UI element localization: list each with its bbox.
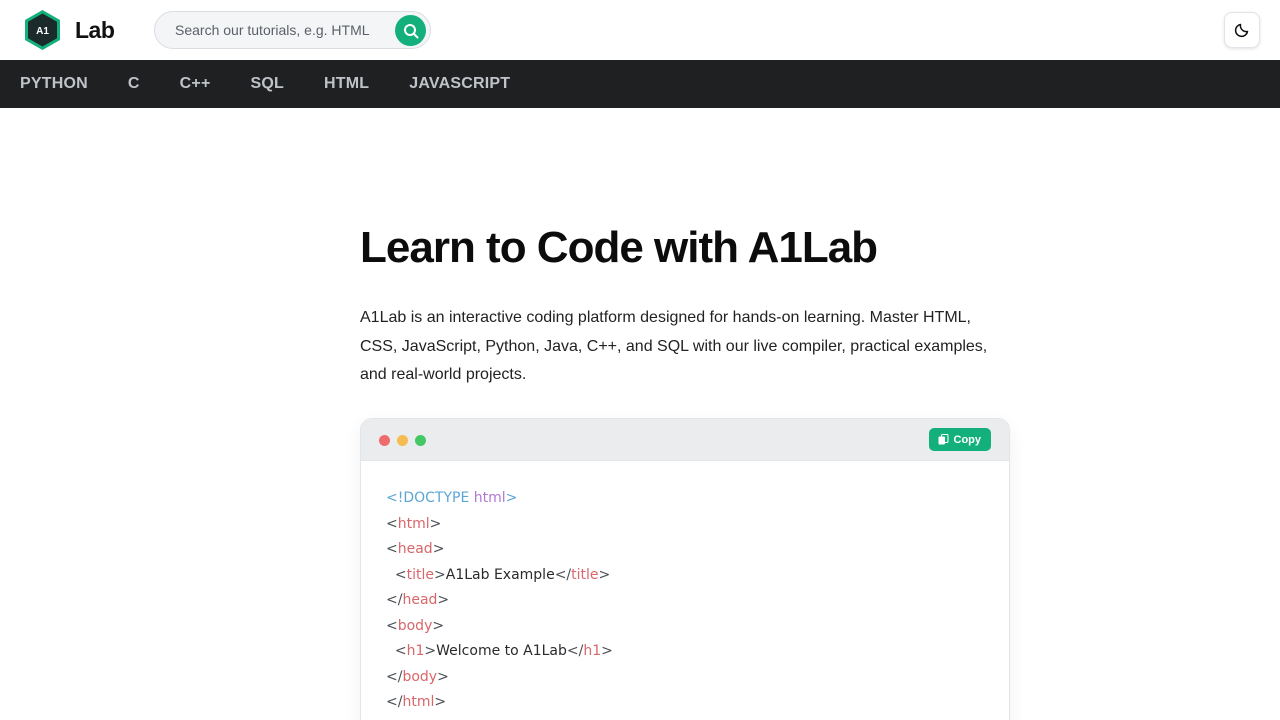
language-nav: PYTHON C C++ SQL HTML JAVASCRIPT [0, 60, 1280, 108]
code-token: html [397, 515, 430, 532]
code-line: <h1>Welcome to A1Lab</h1> [386, 639, 1009, 665]
code-token: > [598, 566, 611, 583]
nav-item-python[interactable]: PYTHON [20, 75, 88, 93]
search-input[interactable] [155, 12, 391, 48]
logo-hex-icon: A1 [24, 9, 61, 51]
code-line: <!DOCTYPE html> [386, 486, 1009, 512]
code-token: > [437, 592, 450, 608]
code-token: h1 [583, 643, 602, 659]
search-icon [403, 23, 419, 39]
code-token: body [402, 668, 438, 685]
intro-paragraph: A1Lab is an interactive coding platform … [360, 309, 988, 383]
code-token: title [406, 566, 435, 583]
code-line: </head> [386, 588, 1009, 614]
code-token: title [571, 566, 599, 583]
code-token: < [386, 617, 398, 634]
code-token: </ [386, 668, 403, 685]
code-line: <body> [386, 614, 1009, 640]
window-dot-yellow-icon [397, 435, 408, 446]
search-button[interactable] [395, 15, 426, 46]
code-token: </ [566, 643, 584, 659]
code-token: head [402, 592, 438, 608]
code-token: < [386, 566, 407, 583]
code-token: < [386, 515, 398, 532]
code-token: > [424, 643, 437, 659]
code-token: < [386, 643, 407, 659]
site-header: A1 Lab [0, 0, 1280, 60]
code-token: body [397, 617, 433, 634]
code-line: <html> [386, 512, 1009, 538]
code-token: > [437, 668, 449, 685]
code-token: > [505, 490, 518, 506]
code-token: h1 [406, 643, 425, 659]
moon-icon [1234, 22, 1250, 38]
code-block: <!DOCTYPE html> <html> <head> <title>A1Lab… [361, 461, 1009, 716]
nav-item-html[interactable]: HTML [324, 75, 369, 93]
code-line: </html> [386, 690, 1009, 716]
code-token: A1Lab Example [445, 566, 555, 583]
logo-text: Lab [75, 16, 115, 43]
copy-code-button[interactable]: Copy [928, 428, 991, 451]
logo-badge-text: A1 [36, 26, 49, 37]
window-dot-green-icon [415, 435, 426, 446]
nav-item-c[interactable]: C [128, 75, 140, 93]
code-token: <!DOCTYPE [386, 490, 474, 506]
code-line: <title>A1Lab Example</title> [386, 563, 1009, 589]
search-bar [154, 11, 431, 49]
copy-icon [938, 434, 949, 445]
site-logo[interactable]: A1 Lab [24, 9, 115, 51]
theme-toggle-button[interactable] [1224, 12, 1260, 48]
code-token: html [402, 694, 435, 710]
window-dot-red-icon [379, 435, 390, 446]
code-window-bar: Copy [361, 419, 1009, 461]
nav-item-javascript[interactable]: JAVASCRIPT [409, 75, 510, 93]
code-token: < [386, 541, 398, 557]
code-line: </body> [386, 665, 1009, 691]
code-token: html [473, 490, 506, 506]
nav-item-sql[interactable]: SQL [250, 75, 284, 93]
code-token: > [429, 515, 442, 532]
code-token: </ [554, 566, 572, 583]
code-token: > [432, 541, 445, 557]
code-example-card: Copy <!DOCTYPE html> <html> <head> <title>… [360, 418, 1010, 720]
nav-item-cpp[interactable]: C++ [180, 75, 211, 93]
code-token: > [432, 617, 445, 634]
main-content: Learn to Code with A1Lab A1Lab is an int… [360, 108, 1010, 720]
code-token: </ [386, 694, 403, 710]
copy-button-label: Copy [953, 433, 982, 446]
code-token: > [434, 694, 447, 710]
code-token: > [601, 643, 613, 659]
code-token: > [434, 566, 446, 583]
code-token: Welcome to A1Lab [436, 643, 567, 659]
code-token: head [397, 541, 433, 557]
page-title: Learn to Code with A1Lab [360, 223, 878, 272]
code-line: <head> [386, 537, 1009, 563]
code-token: </ [386, 592, 403, 608]
